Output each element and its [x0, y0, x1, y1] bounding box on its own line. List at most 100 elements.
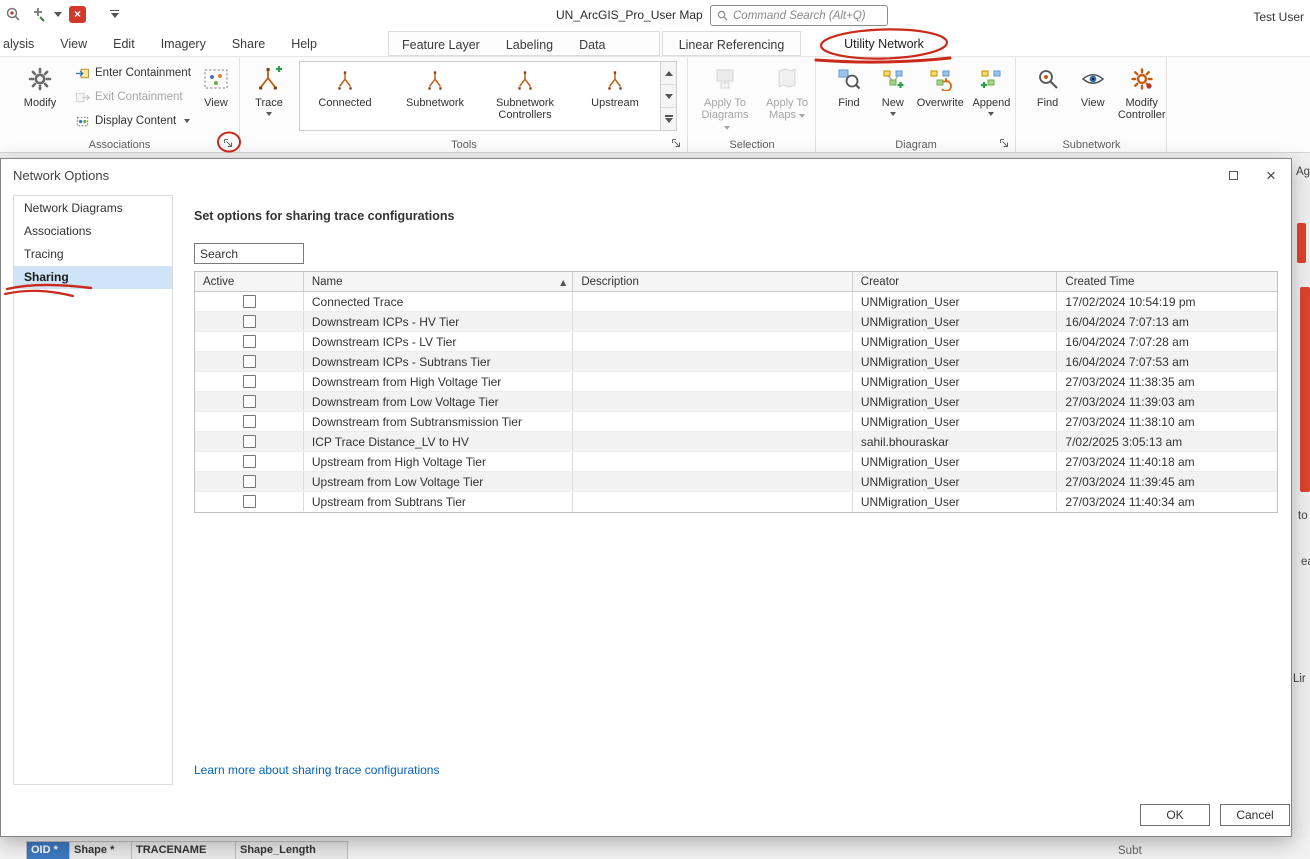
dialog-nav-associations[interactable]: Associations — [14, 220, 172, 243]
row-checkbox[interactable] — [243, 455, 256, 468]
command-search-input[interactable] — [733, 9, 881, 22]
maximize-button[interactable] — [1217, 161, 1249, 189]
row-checkbox[interactable] — [243, 475, 256, 488]
enter-containment-button[interactable]: Enter Containment — [70, 61, 191, 85]
trace-config-search-input[interactable] — [194, 243, 304, 264]
trace-name-cell: Downstream from Low Voltage Tier — [304, 392, 574, 411]
new-diagram-button[interactable]: New — [873, 61, 913, 131]
map-explore-icon[interactable] — [4, 5, 22, 23]
gallery-expand-button[interactable] — [661, 108, 676, 130]
ribbon-tab-share[interactable]: Share — [219, 31, 278, 56]
column-header-created-time[interactable]: Created Time — [1057, 272, 1277, 292]
view-associations-button[interactable]: View — [194, 61, 238, 131]
diagram-dialog-launcher[interactable] — [998, 137, 1011, 150]
eye-icon — [1078, 63, 1108, 95]
red-highlight-bar — [1300, 287, 1310, 492]
row-checkbox[interactable] — [243, 395, 256, 408]
dialog-nav-sharing[interactable]: Sharing — [14, 266, 172, 289]
created-time-cell: 17/02/2024 10:54:19 pm — [1065, 294, 1196, 309]
row-checkbox[interactable] — [243, 375, 256, 388]
row-checkbox[interactable] — [243, 335, 256, 348]
display-content-button[interactable]: Display Content — [70, 109, 191, 133]
ribbon-tab-labeling[interactable]: Labeling — [493, 32, 566, 57]
description-cell — [573, 452, 853, 471]
creator-cell: UNMigration_User — [853, 332, 1058, 351]
dialog-heading: Set options for sharing trace configurat… — [194, 209, 455, 223]
find-diagrams-button[interactable]: Find — [829, 61, 869, 131]
maximize-icon — [1228, 170, 1238, 180]
table-row: Upstream from High Voltage Tier UNMigrati… — [195, 452, 1277, 472]
overwrite-diagram-button[interactable]: Overwrite — [917, 61, 964, 131]
row-checkbox[interactable] — [243, 415, 256, 428]
modify-associations-button[interactable]: Modify — [18, 61, 62, 131]
ribbon-tab-help[interactable]: Help — [278, 31, 330, 56]
ribbon-tab-feature-layer[interactable]: Feature Layer — [389, 32, 493, 57]
quick-access-toolbar: × UN_ArcGIS_Pro_User Map Test User — [0, 0, 1310, 30]
search-icon — [717, 10, 728, 21]
view-subnetwork-button[interactable]: View — [1072, 61, 1113, 131]
created-time-cell: 7/02/2025 3:05:13 am — [1065, 434, 1183, 449]
modify-controller-gear-icon — [1127, 63, 1157, 95]
column-header-description[interactable]: Description — [573, 272, 853, 292]
exit-containment-button[interactable]: Exit Containment — [70, 85, 190, 109]
ribbon-tab-imagery[interactable]: Imagery — [148, 31, 219, 56]
delete-x-icon[interactable]: × — [69, 5, 86, 23]
active-cell — [195, 472, 304, 491]
trace-configurations-table: Active Name ▲ Description Creator Created Tim… — [194, 271, 1278, 513]
tools-dialog-launcher[interactable] — [670, 137, 683, 150]
associations-dialog-launcher[interactable] — [222, 137, 235, 150]
row-checkbox[interactable] — [243, 495, 256, 508]
gallery-scroll-down-button[interactable] — [661, 85, 676, 108]
trace-button[interactable]: Trace — [247, 61, 291, 131]
gallery-scroll-up-button[interactable] — [661, 62, 676, 85]
trace-gallery: Connected Subnetwork Subnetwork Controller… — [299, 61, 661, 131]
gallery-item-upstream[interactable]: Upstream — [570, 62, 660, 130]
learn-more-link[interactable]: Learn more about sharing trace configura… — [194, 763, 439, 777]
row-checkbox[interactable] — [243, 315, 256, 328]
bg-column-header-tracename[interactable]: TRACENAME — [132, 841, 236, 859]
modify-controller-button[interactable]: Modify Controller — [1117, 61, 1166, 131]
dialog-nav-tracing[interactable]: Tracing — [14, 243, 172, 266]
bg-column-header-oid[interactable]: OID * — [26, 841, 70, 859]
ribbon-tab-utility-network[interactable]: Utility Network — [822, 31, 946, 56]
ribbon: Modify Enter Containment Exit Containmen… — [0, 57, 1310, 153]
ribbon-tab-linear-referencing[interactable]: Linear Referencing — [666, 32, 798, 57]
description-cell — [573, 332, 853, 351]
row-checkbox[interactable] — [243, 435, 256, 448]
row-checkbox[interactable] — [243, 295, 256, 308]
bg-column-header-shape[interactable]: Shape * — [70, 841, 132, 859]
append-diagram-button[interactable]: Append — [968, 61, 1015, 131]
trace-name-cell: Downstream from High Voltage Tier — [304, 372, 574, 391]
trace-name-cell: Downstream from Subtransmission Tier — [304, 412, 574, 431]
customize-toolbar-icon[interactable] — [110, 9, 119, 19]
signed-in-user: Test User — [1253, 10, 1304, 24]
column-header-active[interactable]: Active — [195, 272, 304, 292]
contextual-tab-group-feature-layer: Feature Layer Labeling Data — [388, 31, 660, 56]
description-cell — [573, 412, 853, 431]
ribbon-tab-view[interactable]: View — [47, 31, 100, 56]
ribbon-tab-edit[interactable]: Edit — [100, 31, 148, 56]
ribbon-tab-data[interactable]: Data — [566, 32, 618, 57]
close-button[interactable]: × — [1255, 161, 1287, 189]
add-edit-icon[interactable] — [29, 5, 47, 23]
gallery-item-connected[interactable]: Connected — [300, 62, 390, 130]
gallery-item-subnetwork-controllers[interactable]: Subnetwork Controllers — [480, 62, 570, 130]
apply-to-diagrams-button[interactable]: Apply To Diagrams — [697, 61, 753, 133]
row-checkbox[interactable] — [243, 355, 256, 368]
apply-to-maps-button[interactable]: Apply To Maps — [759, 61, 815, 131]
gallery-item-subnetwork[interactable]: Subnetwork — [390, 62, 480, 130]
dialog-nav-network-diagrams[interactable]: Network Diagrams — [14, 197, 172, 220]
find-diagram-icon — [834, 63, 864, 95]
chevron-down-icon[interactable] — [54, 11, 62, 17]
display-content-icon — [74, 113, 90, 129]
bg-column-header-shape-length[interactable]: Shape_Length — [236, 841, 348, 859]
column-header-name[interactable]: Name ▲ — [304, 272, 574, 292]
ribbon-tab-alysis[interactable]: alysis — [0, 31, 47, 56]
command-search[interactable] — [710, 5, 888, 26]
column-header-creator[interactable]: Creator — [853, 272, 1058, 292]
contextual-tab-group-linear-referencing: Linear Referencing — [662, 31, 801, 56]
table-row: Upstream from Low Voltage Tier UNMigratio… — [195, 472, 1277, 492]
ok-button[interactable]: OK — [1140, 804, 1210, 826]
cancel-button[interactable]: Cancel — [1220, 804, 1290, 826]
find-subnetwork-button[interactable]: Find — [1027, 61, 1068, 131]
